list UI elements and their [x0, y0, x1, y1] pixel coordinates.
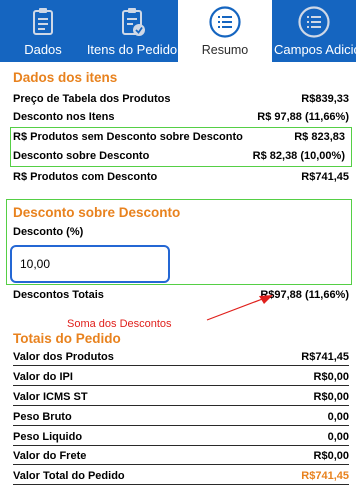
tab-bar: Dados Itens do Pedido Resumo Campos Adic… [0, 0, 356, 62]
row-label: Valor do IPI [13, 371, 73, 383]
row-valor-produtos: Valor dos Produtos R$741,45 [13, 348, 349, 366]
field-label: Desconto (%) [13, 226, 84, 238]
row-value: R$0,00 [313, 371, 349, 383]
tab-itens-label: Itens do Pedido [86, 42, 178, 57]
annotation-soma-descontos: Soma dos Descontos [67, 318, 172, 330]
row-label: R$ Produtos com Desconto [13, 171, 158, 183]
tab-campos-adicionais[interactable]: Campos Adicio [272, 0, 356, 62]
row-desconto-sobre-desconto: Desconto sobre Desconto R$ 82,38 (10,00%… [13, 147, 349, 165]
row-desconto-itens: Desconto nos Itens R$ 97,88 (11,66%) [13, 108, 349, 126]
row-value: 0,00 [327, 431, 349, 443]
list-circle-icon [298, 6, 330, 38]
row-label: Valor ICMS ST [13, 391, 88, 403]
annotation-arrow-icon [206, 295, 273, 321]
tab-dados[interactable]: Dados [0, 0, 86, 62]
row-valor-frete: Valor do Frete R$0,00 [13, 447, 349, 465]
tab-dados-label: Dados [24, 42, 62, 57]
row-label: Desconto nos Itens [13, 111, 115, 123]
row-descontos-totais: Descontos Totais R$97,88 (11,66%) [13, 286, 349, 304]
row-value: R$0,00 [313, 450, 349, 462]
row-value: R$ 97,88 (11,66%) [257, 111, 349, 123]
row-label: Descontos Totais [13, 289, 104, 301]
row-valor-ipi: Valor do IPI R$0,00 [13, 368, 349, 386]
row-label: Valor do Frete [13, 450, 87, 462]
dados-itens-title: Dados dos itens [13, 70, 118, 85]
row-produtos-com-desconto: R$ Produtos com Desconto R$741,45 [13, 168, 349, 186]
row-label: Valor Total do Pedido [13, 470, 125, 482]
row-peso-bruto: Peso Bruto 0,00 [13, 408, 349, 426]
row-value: R$ 82,38 (10,00%) [252, 150, 345, 162]
row-valor-total-pedido: Valor Total do Pedido R$741,45 [13, 467, 349, 485]
row-value: R$839,33 [301, 93, 349, 105]
row-value: R$741,45 [301, 351, 349, 363]
desconto-percent-field[interactable] [10, 245, 170, 283]
row-value: R$0,00 [313, 391, 349, 403]
row-peso-liquido: Peso Liquido 0,00 [13, 428, 349, 446]
row-value-total: R$741,45 [301, 470, 349, 482]
totais-pedido-title: Totais do Pedido [13, 331, 121, 346]
row-value: 0,00 [327, 411, 349, 423]
clipboard-icon [33, 8, 53, 35]
row-value: R$741,45 [301, 171, 349, 183]
tab-resumo[interactable]: Resumo [178, 0, 272, 62]
row-value: R$ 823,83 [294, 131, 345, 143]
row-label: R$ Produtos sem Desconto sobre Desconto [13, 131, 243, 143]
tab-resumo-label: Resumo [201, 43, 249, 57]
row-label: Peso Bruto [13, 411, 72, 423]
row-label: Valor dos Produtos [13, 351, 114, 363]
row-produtos-sem-desconto: R$ Produtos sem Desconto sobre Desconto … [13, 128, 349, 146]
row-label: Peso Liquido [13, 431, 83, 443]
desconto-percent-input[interactable] [12, 247, 168, 281]
row-valor-icms-st: Valor ICMS ST R$0,00 [13, 388, 349, 406]
row-label: Preço de Tabela dos Produtos [13, 93, 171, 105]
clipboard-check-icon [122, 8, 145, 36]
desconto-field-label: Desconto (%) [13, 223, 349, 241]
desconto-sobre-desconto-title: Desconto sobre Desconto [13, 205, 181, 220]
tab-itens-do-pedido[interactable]: Itens do Pedido [86, 0, 178, 62]
tab-campos-label: Campos Adicio [274, 42, 356, 57]
row-label: Desconto sobre Desconto [13, 150, 150, 162]
list-circle-icon [209, 6, 241, 38]
row-preco-tabela: Preço de Tabela dos Produtos R$839,33 [13, 90, 349, 108]
